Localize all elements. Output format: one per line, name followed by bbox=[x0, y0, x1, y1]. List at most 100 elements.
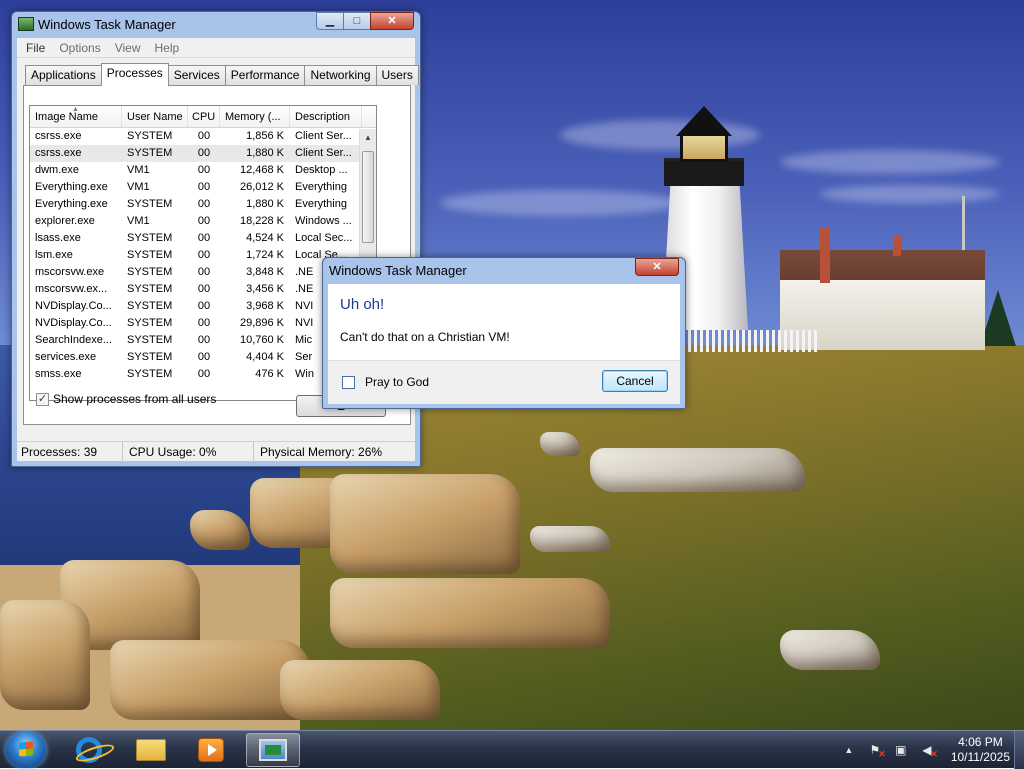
cell-user-name: SYSTEM bbox=[127, 249, 173, 261]
cell-user-name: SYSTEM bbox=[127, 198, 173, 210]
menu-options[interactable]: Options bbox=[52, 41, 107, 55]
process-list-header: ▲ Image Name User Name CPU Memory (... D… bbox=[30, 106, 376, 128]
column-description[interactable]: Description bbox=[290, 106, 362, 127]
cell-user-name: SYSTEM bbox=[127, 300, 173, 312]
dialog-titlebar[interactable]: Windows Task Manager ✕ bbox=[323, 258, 685, 284]
taskbar: ▲ ⚑ ✕ ▣ ◀ ✕ 4:06 PM 10/11/2025 bbox=[0, 730, 1024, 769]
cell-cpu: 00 bbox=[197, 249, 211, 261]
cell-user-name: SYSTEM bbox=[127, 266, 173, 278]
table-row[interactable]: explorer.exe VM1 00 18,228 K Windows ... bbox=[30, 213, 376, 230]
action-center-flag-icon[interactable]: ⚑ ✕ bbox=[865, 743, 885, 759]
table-row[interactable]: dwm.exe VM1 00 12,468 K Desktop ... bbox=[30, 162, 376, 179]
menu-bar: File Options View Help bbox=[17, 38, 415, 58]
minimize-button[interactable]: ▁ bbox=[316, 12, 344, 30]
cell-user-name: VM1 bbox=[127, 215, 150, 227]
column-image-name[interactable]: ▲ Image Name bbox=[30, 106, 122, 127]
cell-user-name: VM1 bbox=[127, 164, 150, 176]
cell-user-name: VM1 bbox=[127, 181, 150, 193]
column-cpu[interactable]: CPU bbox=[188, 106, 220, 127]
maximize-button[interactable]: □ bbox=[343, 12, 371, 30]
show-all-label: Show processes from all users bbox=[53, 392, 217, 406]
system-tray: ▲ ⚑ ✕ ▣ ◀ ✕ 4:06 PM 10/11/2025 bbox=[839, 731, 1010, 769]
cell-image-name: Everything.exe bbox=[35, 181, 108, 193]
cell-memory: 10,760 K bbox=[239, 334, 284, 346]
status-memory: Physical Memory: 26% bbox=[260, 445, 383, 459]
cell-memory: 1,856 K bbox=[246, 130, 284, 142]
cell-description: Everything bbox=[295, 181, 347, 193]
cell-image-name: NVDisplay.Co... bbox=[35, 300, 112, 312]
table-row[interactable]: csrss.exe SYSTEM 00 1,880 K Client Ser... bbox=[30, 145, 376, 162]
menu-view[interactable]: View bbox=[108, 41, 148, 55]
clock-time: 4:06 PM bbox=[958, 735, 1003, 749]
cell-description: Local Sec... bbox=[295, 232, 353, 244]
pray-checkbox[interactable]: Pray to God bbox=[342, 375, 429, 389]
tab-strip: Applications Processes Services Performa… bbox=[25, 63, 419, 86]
cell-description: Client Ser... bbox=[295, 147, 352, 159]
cell-user-name: SYSTEM bbox=[127, 334, 173, 346]
clock-date: 10/11/2025 bbox=[950, 750, 1010, 764]
cell-cpu: 00 bbox=[197, 300, 211, 312]
dialog-close-button[interactable]: ✕ bbox=[635, 258, 679, 276]
tab-processes[interactable]: Processes bbox=[100, 63, 169, 86]
sort-ascending-icon: ▲ bbox=[72, 106, 79, 113]
cell-image-name: csrss.exe bbox=[35, 130, 82, 142]
show-all-processes-checkbox[interactable]: ✓ Show processes from all users bbox=[36, 392, 216, 406]
task-manager-titlebar[interactable]: Windows Task Manager ▁ □ ✕ bbox=[12, 12, 420, 38]
cell-description: Desktop ... bbox=[295, 164, 348, 176]
volume-muted-icon[interactable]: ◀ ✕ bbox=[917, 743, 938, 759]
table-row[interactable]: lsass.exe SYSTEM 00 4,524 K Local Sec... bbox=[30, 230, 376, 247]
cell-memory: 29,896 K bbox=[239, 317, 284, 329]
cell-image-name: mscorsvw.exe bbox=[35, 266, 105, 278]
window-title: Windows Task Manager bbox=[38, 17, 176, 32]
cell-cpu: 00 bbox=[197, 130, 211, 142]
cell-cpu: 00 bbox=[197, 181, 211, 193]
taskbar-task-manager[interactable] bbox=[246, 733, 300, 767]
show-hidden-icons-arrow-icon[interactable]: ▲ bbox=[839, 745, 859, 755]
cell-cpu: 00 bbox=[197, 147, 211, 159]
cell-cpu: 00 bbox=[197, 334, 211, 346]
tab-applications[interactable]: Applications bbox=[25, 65, 102, 85]
scroll-up-icon[interactable]: ▲ bbox=[360, 129, 376, 146]
taskbar-media-player[interactable] bbox=[184, 733, 238, 767]
status-bar: Processes: 39 CPU Usage: 0% Physical Mem… bbox=[17, 441, 415, 461]
dialog-footer: Pray to God Cancel bbox=[328, 360, 680, 404]
table-row[interactable]: Everything.exe VM1 00 26,012 K Everything bbox=[30, 179, 376, 196]
cell-image-name: services.exe bbox=[35, 351, 97, 363]
table-row[interactable]: Everything.exe SYSTEM 00 1,880 K Everything bbox=[30, 196, 376, 213]
pray-checkbox-label: Pray to God bbox=[365, 375, 430, 389]
scrollbar-thumb[interactable] bbox=[362, 151, 374, 243]
network-icon[interactable]: ▣ bbox=[891, 743, 911, 757]
tab-performance[interactable]: Performance bbox=[224, 65, 306, 85]
cell-user-name: SYSTEM bbox=[127, 317, 173, 329]
error-dialog[interactable]: Windows Task Manager ✕ Uh oh! Can't do t… bbox=[322, 257, 686, 409]
cell-memory: 1,880 K bbox=[246, 198, 284, 210]
internet-explorer-icon bbox=[76, 737, 102, 763]
cell-description: Everything bbox=[295, 198, 347, 210]
windows-logo-icon bbox=[19, 741, 33, 757]
cell-memory: 1,880 K bbox=[246, 147, 284, 159]
menu-file[interactable]: File bbox=[19, 41, 52, 55]
clock[interactable]: 4:06 PM 10/11/2025 bbox=[951, 735, 1010, 765]
tab-users[interactable]: Users bbox=[375, 65, 419, 85]
column-user-name[interactable]: User Name bbox=[122, 106, 188, 127]
cell-user-name: SYSTEM bbox=[127, 368, 173, 380]
cell-memory: 3,968 K bbox=[246, 300, 284, 312]
menu-help[interactable]: Help bbox=[148, 41, 187, 55]
cell-cpu: 00 bbox=[197, 215, 211, 227]
column-memory[interactable]: Memory (... bbox=[220, 106, 290, 127]
cell-memory: 4,524 K bbox=[246, 232, 284, 244]
cell-cpu: 00 bbox=[197, 164, 211, 176]
checkbox-checked-icon[interactable]: ✓ bbox=[36, 392, 49, 406]
tab-networking[interactable]: Networking bbox=[304, 65, 377, 85]
cell-memory: 26,012 K bbox=[239, 181, 284, 193]
cancel-button[interactable]: Cancel bbox=[602, 370, 668, 392]
show-desktop-button[interactable] bbox=[1014, 731, 1024, 769]
taskbar-internet-explorer[interactable] bbox=[62, 733, 116, 767]
close-button[interactable]: ✕ bbox=[370, 12, 414, 30]
tab-services[interactable]: Services bbox=[167, 65, 226, 85]
taskbar-file-explorer[interactable] bbox=[124, 733, 178, 767]
table-row[interactable]: csrss.exe SYSTEM 00 1,856 K Client Ser... bbox=[30, 128, 376, 145]
checkbox-unchecked-icon[interactable] bbox=[342, 375, 355, 389]
start-button[interactable] bbox=[6, 732, 46, 768]
cell-cpu: 00 bbox=[197, 317, 211, 329]
